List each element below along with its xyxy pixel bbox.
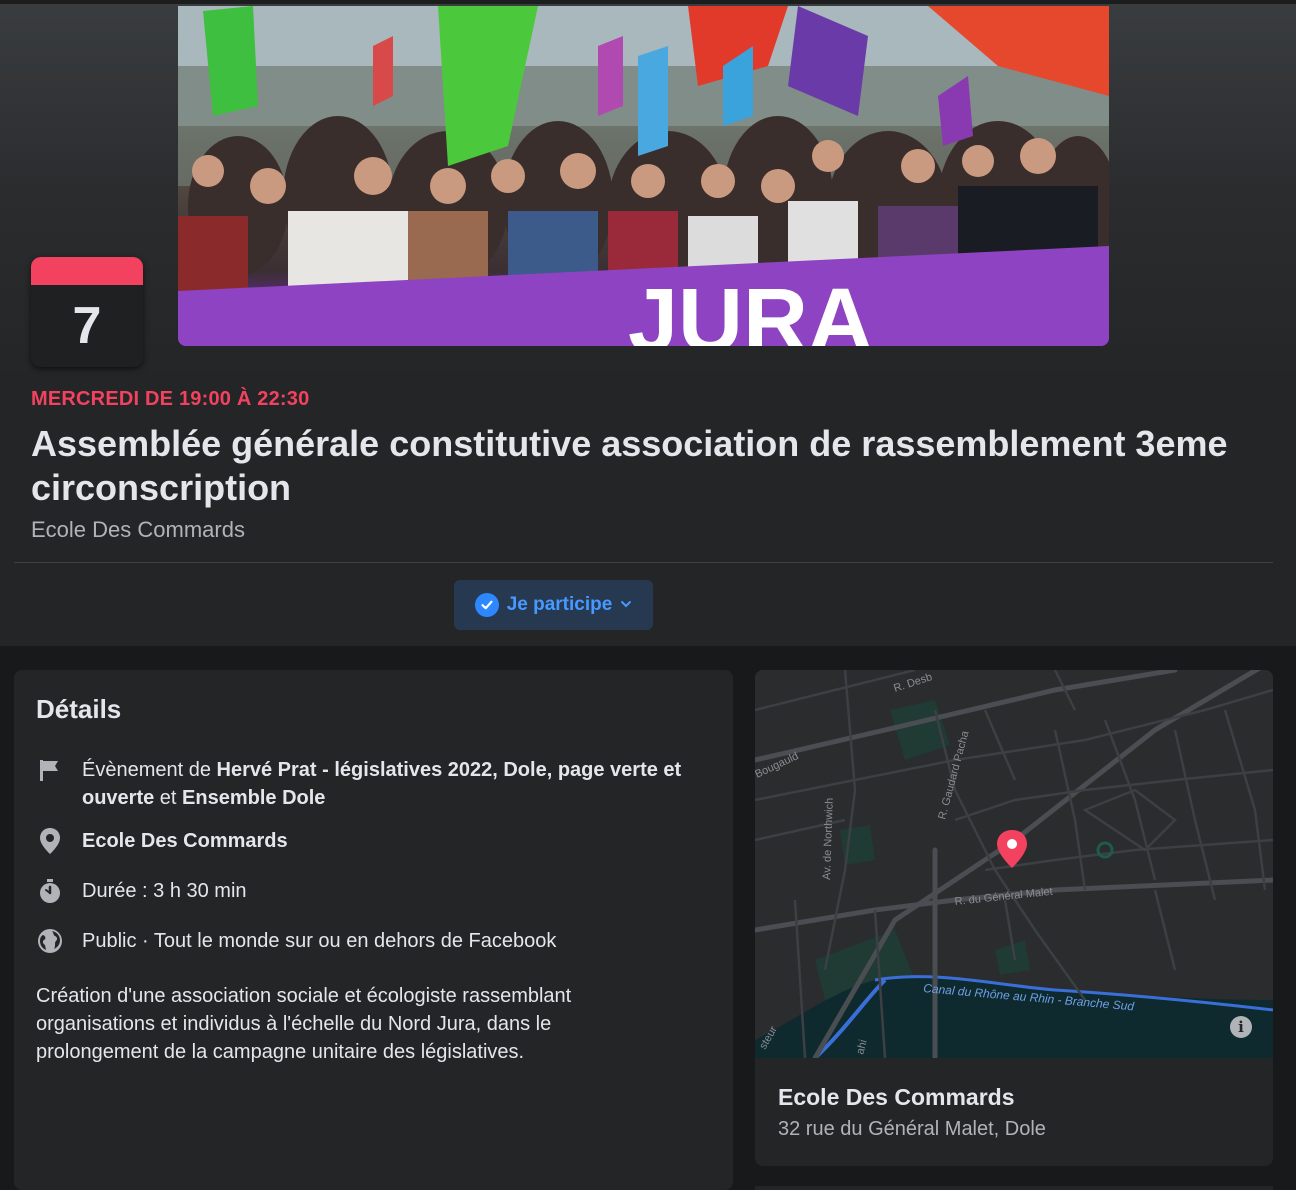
map-illustration: R. Desb Bougauld R. Gaudard Pacha Av. de…	[755, 670, 1273, 1061]
rsvp-going-button[interactable]: Je participe	[454, 580, 653, 630]
event-header: JURA 7 MERCREDI DE 19:00 À 22:30 Assembl…	[0, 0, 1296, 646]
event-title: Assemblée générale constitutive associat…	[31, 423, 1228, 508]
privacy-row: Public · Tout le monde sur ou en dehors …	[36, 927, 706, 955]
organizer-text: Évènement de Hervé Prat - législatives 2…	[82, 759, 682, 809]
stopwatch-icon	[36, 877, 64, 905]
flag-icon	[36, 756, 64, 784]
organizer-row: Évènement de Hervé Prat - législatives 2…	[36, 756, 706, 812]
duration-row: Durée : 3 h 30 min	[36, 877, 706, 905]
location-pin-icon	[36, 827, 64, 855]
map-place-name[interactable]: Ecole Des Commards	[778, 1084, 1014, 1111]
details-heading: Détails	[36, 694, 122, 724]
event-cover-photo: JURA	[178, 6, 1109, 346]
check-circle-icon	[474, 593, 499, 617]
duration-text: Durée : 3 h 30 min	[82, 880, 247, 902]
info-icon[interactable]: i	[1230, 1016, 1252, 1038]
event-description: Création d'une association sociale et éc…	[36, 985, 572, 1063]
privacy-text: Public · Tout le monde sur ou en dehors …	[82, 930, 557, 952]
map-card[interactable]: R. Desb Bougauld R. Gaudard Pacha Av. de…	[755, 670, 1273, 1166]
crowd-photo-illustration: JURA	[178, 6, 1109, 346]
header-divider	[14, 562, 1273, 563]
event-datetime: MERCREDI DE 19:00 À 22:30	[31, 388, 310, 410]
chevron-down-icon	[620, 594, 632, 616]
banner-text: JURA	[628, 271, 873, 346]
globe-icon	[36, 927, 64, 955]
location-map[interactable]: R. Desb Bougauld R. Gaudard Pacha Av. de…	[755, 670, 1273, 1061]
details-card: Détails Évènement de Hervé Prat - législ…	[14, 670, 733, 1190]
event-location[interactable]: Ecole Des Commards	[31, 517, 245, 543]
rsvp-label: Je participe	[506, 594, 613, 615]
place-link[interactable]: Ecole Des Commards	[82, 827, 288, 855]
next-card-edge	[755, 1186, 1273, 1190]
place-row: Ecole Des Commards	[36, 827, 706, 855]
date-badge: 7	[31, 257, 143, 367]
map-address: 32 rue du Général Malet, Dole	[778, 1118, 1046, 1140]
date-badge-header	[31, 257, 143, 285]
organizer-link-2[interactable]: Ensemble Dole	[182, 787, 325, 809]
date-badge-day: 7	[31, 285, 143, 367]
